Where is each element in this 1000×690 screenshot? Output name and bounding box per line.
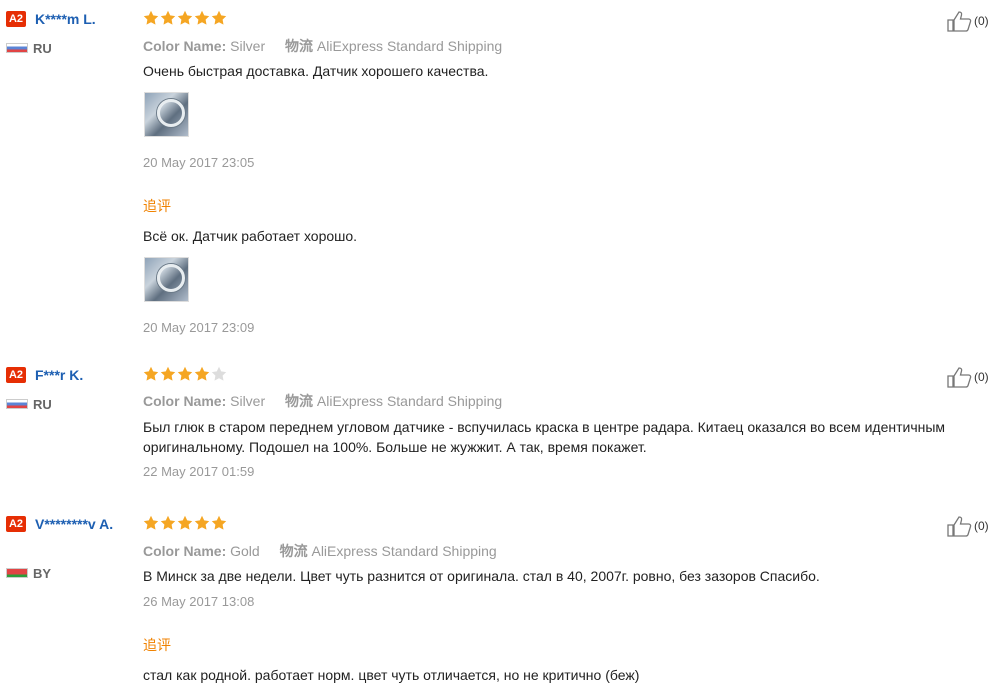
country-flag-icon	[6, 43, 28, 53]
star-icon	[160, 366, 176, 381]
color-name-value: Silver	[230, 38, 266, 54]
shipping-label: 物流	[279, 543, 308, 559]
shipping-value: AliExpress Standard Shipping	[316, 393, 503, 409]
reviewer-name: V********v A.	[35, 516, 114, 532]
thumbs-up-icon	[947, 11, 972, 32]
star-icon	[177, 366, 193, 381]
review-text: Был глюк в старом переднем угловом датчи…	[143, 419, 946, 455]
review-attributes: Color Name: Gold 物流 AliExpress Standard …	[143, 541, 497, 561]
star-icon	[194, 515, 210, 530]
star-rating	[143, 10, 227, 26]
helpful-count: (0)	[974, 370, 989, 384]
review-text: В Минск за две недели. Цвет чуть разнитс…	[143, 568, 820, 584]
followup-date: 20 May 2017 23:09	[143, 320, 255, 335]
reviewer-country: RU	[33, 41, 52, 56]
star-icon	[211, 515, 227, 530]
followup-label: 追评	[143, 637, 171, 653]
followup-photo-thumbnail[interactable]	[144, 257, 189, 302]
review-date: 22 May 2017 01:59	[143, 464, 255, 479]
color-name-label: Color Name:	[143, 38, 227, 54]
star-icon	[211, 366, 227, 381]
helpful-button[interactable]: (0)	[946, 10, 989, 32]
reviewer-name: K****m L.	[35, 11, 96, 27]
helpful-count: (0)	[974, 519, 989, 533]
reviewer-name: F***r K.	[35, 367, 84, 383]
star-icon	[143, 515, 159, 530]
star-rating	[143, 366, 227, 382]
reviewer-country: BY	[33, 566, 52, 581]
followup-label: 追评	[143, 198, 171, 214]
star-icon	[194, 366, 210, 381]
star-icon	[177, 515, 193, 530]
member-level-badge: A2	[6, 367, 26, 383]
member-level-badge: A2	[6, 11, 26, 27]
followup-text: Всё ок. Датчик работает хорошо.	[143, 228, 358, 244]
star-icon	[143, 10, 159, 25]
shipping-value: AliExpress Standard Shipping	[311, 543, 497, 559]
reviewer-country: RU	[33, 397, 52, 412]
color-name-label: Color Name:	[143, 543, 227, 559]
review-date: 20 May 2017 23:05	[143, 155, 255, 170]
country-flag-icon	[6, 568, 28, 578]
color-name-value: Silver	[230, 393, 266, 409]
review-date: 26 May 2017 13:08	[143, 594, 255, 609]
thumbs-up-icon	[947, 367, 972, 388]
star-icon	[194, 10, 210, 25]
star-icon	[160, 10, 176, 25]
review-attributes: Color Name: Silver 物流 AliExpress Standar…	[143, 391, 502, 411]
country-flag-icon	[6, 399, 28, 409]
star-icon	[177, 10, 193, 25]
color-name-label: Color Name:	[143, 393, 227, 409]
review-attributes: Color Name: Silver 物流 AliExpress Standar…	[143, 36, 502, 56]
member-level-badge: A2	[6, 516, 26, 532]
star-icon	[143, 366, 159, 381]
helpful-button[interactable]: (0)	[946, 515, 989, 537]
shipping-label: 物流	[285, 393, 314, 409]
shipping-value: AliExpress Standard Shipping	[316, 38, 503, 54]
star-icon	[211, 10, 227, 25]
thumbs-up-icon	[947, 516, 972, 537]
followup-text: стал как родной. работает норм. цвет чут…	[143, 667, 640, 683]
shipping-label: 物流	[285, 38, 314, 54]
star-rating	[143, 515, 227, 531]
color-name-value: Gold	[230, 543, 260, 559]
review-text: Очень быстрая доставка. Датчик хорошего …	[143, 63, 489, 79]
review-photo-thumbnail[interactable]	[144, 92, 189, 137]
helpful-button[interactable]: (0)	[946, 366, 989, 388]
helpful-count: (0)	[974, 14, 989, 28]
star-icon	[160, 515, 176, 530]
